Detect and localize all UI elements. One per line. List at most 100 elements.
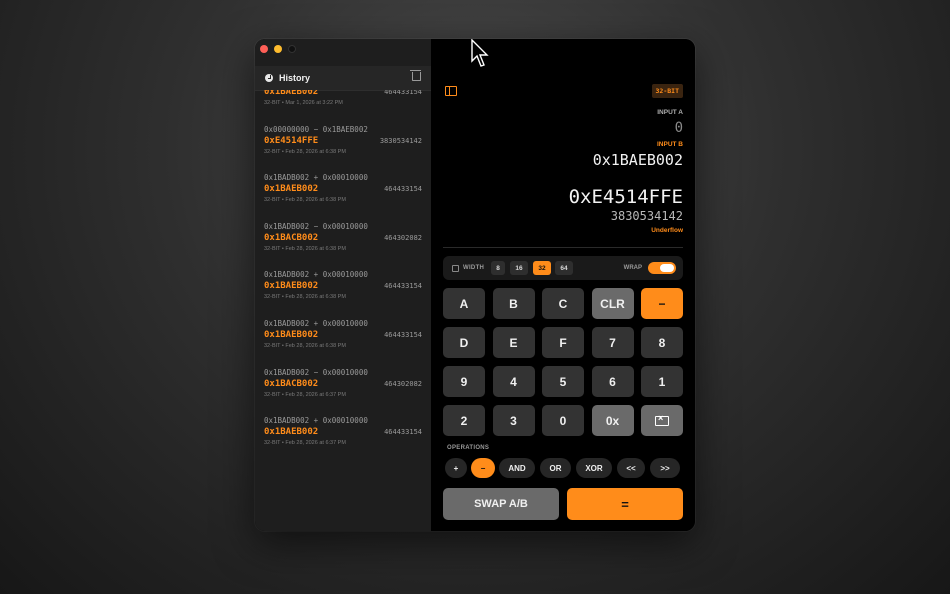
width-bar: WIDTH 8 16 32 64 WRAP <box>443 256 683 280</box>
history-list: 0x1BADB002 + 0x000100000x1BAEB0024644331… <box>255 90 431 531</box>
history-meta: 32-BIT • Feb 28, 2026 at 6:38 PM <box>264 245 346 252</box>
clock-icon <box>265 74 273 82</box>
width-16-button[interactable]: 16 <box>510 261 528 275</box>
input-a-label: INPUT A <box>657 109 683 116</box>
calculator-main: 32-BIT INPUT A 0 INPUT B 0x1BAEB002 0xE4… <box>431 39 695 531</box>
history-result-decimal: 464433154 <box>384 331 422 339</box>
wrap-label: WRAP <box>623 265 642 271</box>
history-entry[interactable]: 0x1BADB002 + 0x000100000x1BAEB0024644331… <box>264 90 422 122</box>
history-result-hex: 0xE4514FFE <box>264 135 319 146</box>
width-icon <box>452 265 459 272</box>
op-or-button[interactable]: OR <box>540 458 571 478</box>
op-shift-right-button[interactable]: >> <box>650 458 680 478</box>
op-and-button[interactable]: AND <box>499 458 535 478</box>
history-sidebar: History 0x1BADB002 + 0x000100000x1BAEB00… <box>255 39 432 531</box>
swap-button[interactable]: SWAP A/B <box>443 488 559 520</box>
history-entry[interactable]: 0x1BADB002 − 0x00010000 0x1BACB002 4643020… <box>264 222 422 268</box>
backspace-icon <box>655 413 669 426</box>
key-8[interactable]: 8 <box>641 327 683 358</box>
history-meta: 32-BIT • Feb 28, 2026 at 6:38 PM <box>264 343 346 349</box>
history-expression: 0x1BADB002 + 0x00010000 <box>264 173 368 183</box>
history-result-hex: 0x1BAEB002 <box>264 184 319 195</box>
clear-button[interactable]: CLR <box>591 288 634 319</box>
window-controls <box>260 45 296 53</box>
width-label: WIDTH <box>463 265 485 271</box>
wrap-toggle[interactable] <box>648 262 676 274</box>
zoom-window-button[interactable] <box>288 45 296 53</box>
status-label: Underflow <box>651 227 683 234</box>
input-b-label: INPUT B <box>657 141 683 148</box>
history-entry[interactable]: 0x1BADB002 + 0x000100000x1BAEB002 4644331… <box>264 416 422 462</box>
key-e[interactable]: E <box>492 327 535 358</box>
width-64-button[interactable]: 64 <box>555 261 573 275</box>
history-result-decimal: 464302082 <box>384 233 422 242</box>
key-2[interactable]: 2 <box>443 405 485 436</box>
history-meta: 32-BIT • Feb 28, 2026 at 6:37 PM <box>264 440 346 447</box>
minimize-window-button[interactable] <box>274 45 282 53</box>
result-hex: 0xE4514FFE <box>568 186 683 208</box>
history-result-decimal: 3830534142 <box>379 136 422 145</box>
key-1[interactable]: 1 <box>641 366 683 397</box>
hex-prefix-key[interactable]: 0x <box>591 405 634 436</box>
history-expression: 0x1BADB002 + 0x00010000 <box>264 416 368 426</box>
history-result-hex: 0x1BAEB002 <box>264 281 319 292</box>
op-shift-left-button[interactable]: << <box>617 458 645 478</box>
history-result-hex: 0x1BACB002 <box>264 378 319 389</box>
op-xor-button[interactable]: XOR <box>576 458 612 478</box>
op-add-button[interactable]: + <box>445 458 467 478</box>
key-9[interactable]: 9 <box>443 366 485 397</box>
close-window-button[interactable] <box>260 45 268 53</box>
history-entry[interactable]: 0x1BADB002 + 0x000100000x1BAEB0024644331… <box>264 319 422 365</box>
result-decimal: 3830534142 <box>610 209 683 223</box>
key-c[interactable]: C <box>542 288 584 319</box>
history-entry[interactable]: 0x1BADB002 − 0x00010000 0x1BACB002 4643020… <box>264 368 422 414</box>
history-meta: 32-BIT • Feb 28, 2026 at 6:38 PM <box>264 294 346 301</box>
bit-width-badge: 32-BIT <box>651 84 683 98</box>
calculator-window: History 0x1BADB002 + 0x000100000x1BAEB00… <box>255 39 695 531</box>
history-result-decimal: 464433154 <box>384 428 422 437</box>
history-result-decimal: 464302082 <box>384 379 422 388</box>
history-result-decimal: 464433154 <box>384 185 422 194</box>
op-subtract-button[interactable]: − <box>471 458 495 478</box>
operations-label: OPERATIONS <box>447 445 490 451</box>
history-entry[interactable]: 0x1BADB002 + 0x000100000x1BAEB002 4644331… <box>264 270 422 316</box>
trash-icon[interactable] <box>410 70 421 81</box>
history-meta: 32-BIT • Mar 1, 2026 at 3:22 PM <box>264 100 343 106</box>
sidebar-toggle-icon[interactable] <box>445 86 457 96</box>
key-3[interactable]: 3 <box>492 405 535 436</box>
history-expression: 0x1BADB002 − 0x00010000 <box>264 221 368 231</box>
key-a[interactable]: A <box>443 288 485 319</box>
width-32-button[interactable]: 32 <box>533 261 551 275</box>
key-7[interactable]: 7 <box>591 327 634 358</box>
key-5[interactable]: 5 <box>542 366 584 397</box>
equals-button[interactable]: = <box>567 488 683 520</box>
history-header: History <box>255 66 431 91</box>
history-result-decimal: 464433154 <box>384 90 422 96</box>
history-entry[interactable]: 0x1BADB002 + 0x000100000x1BAEB002 4644331… <box>264 173 422 219</box>
history-result-hex: 0x1BACB002 <box>264 232 319 243</box>
width-8-button[interactable]: 8 <box>491 261 505 275</box>
history-meta: 32-BIT • Feb 28, 2026 at 6:37 PM <box>264 391 346 398</box>
history-title: History <box>279 73 311 83</box>
key-6[interactable]: 6 <box>591 366 634 397</box>
key-0[interactable]: 0 <box>542 405 584 436</box>
key-b[interactable]: B <box>492 288 535 319</box>
history-expression: 0x1BADB002 + 0x00010000 <box>264 319 368 328</box>
input-b-value[interactable]: 0x1BAEB002 <box>593 151 683 169</box>
history-result-hex: 0x1BAEB002 <box>264 90 319 97</box>
key-f[interactable]: F <box>542 327 584 358</box>
history-expression: 0x1BADB002 − 0x00010000 <box>264 367 368 377</box>
key-4[interactable]: 4 <box>492 366 535 397</box>
history-expression: 0x1BADB002 + 0x00010000 <box>264 270 368 280</box>
history-result-hex: 0x1BAEB002 <box>264 427 319 438</box>
key-d[interactable]: D <box>443 327 485 358</box>
history-result-decimal: 464433154 <box>384 282 422 291</box>
history-entry[interactable]: 0x00000000 − 0x1BAEB002 0xE4514FFE 3830534… <box>264 125 422 171</box>
input-a-value[interactable]: 0 <box>675 120 683 136</box>
subtract-key[interactable]: − <box>641 288 683 319</box>
history-meta: 32-BIT • Feb 28, 2026 at 6:38 PM <box>264 197 346 204</box>
display-divider <box>443 247 683 248</box>
mouse-cursor-icon <box>471 39 489 67</box>
history-expression: 0x00000000 − 0x1BAEB002 <box>264 124 368 134</box>
backspace-key[interactable] <box>641 405 683 436</box>
